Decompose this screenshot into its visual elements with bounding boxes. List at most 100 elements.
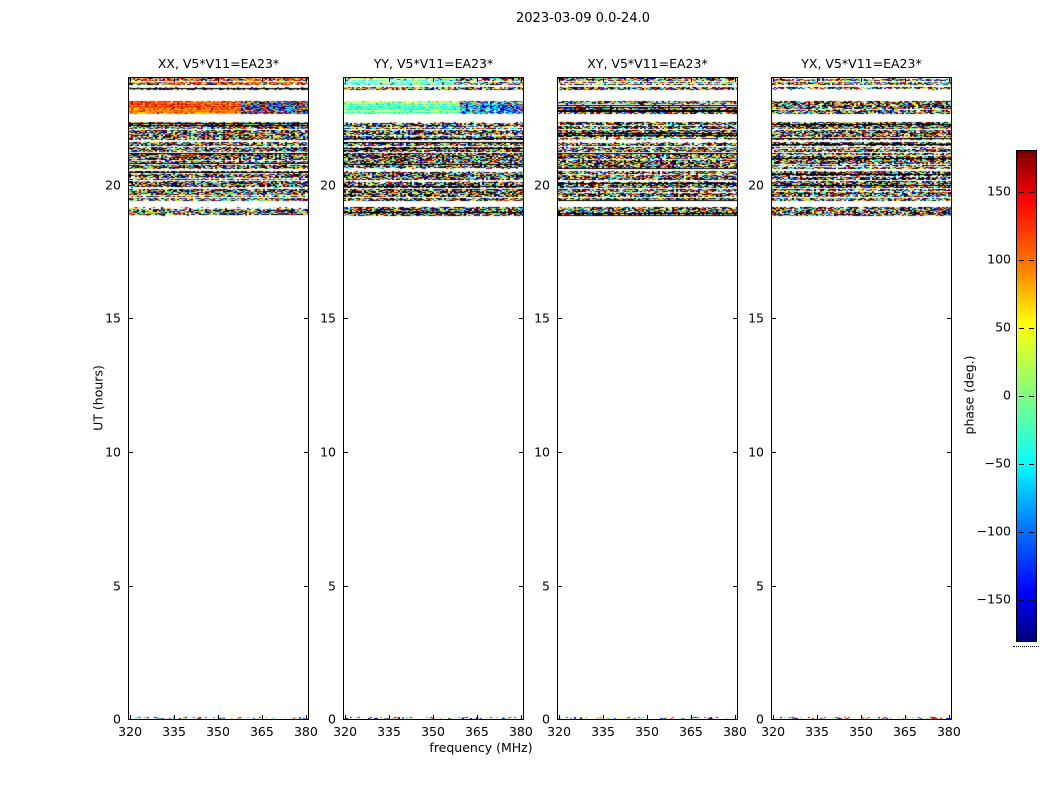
colorbar-tick-mark (1029, 259, 1034, 261)
y-tick-label: 15 (105, 310, 121, 326)
y-tick-mark (947, 318, 951, 320)
y-tick-label: 20 (534, 177, 550, 193)
y-tick-mark (129, 318, 133, 320)
x-tick-mark (559, 715, 561, 719)
figure-title: 2023-03-09 0.0-24.0 (516, 11, 650, 26)
y-tick-label: 10 (534, 444, 550, 460)
x-tick-mark (174, 715, 175, 719)
panel-title-xy: XY, V5*V11=EA23* (587, 56, 708, 71)
heatmap-panel-xx: XX, V5*V11=EA23* 320 335 350 365 380 0 5 10 15 20 (105, 56, 318, 739)
heatmap-panel-yy: YY, V5*V11=EA23* 320 335 350 365 380 0 5 10 15 20 (320, 56, 533, 739)
y-tick-mark (344, 585, 348, 587)
x-tick-mark (389, 715, 390, 719)
x-tick-label: 335 (591, 724, 615, 739)
y-tick-mark (129, 184, 133, 186)
x-tick-label: 365 (678, 724, 703, 739)
x-tick-mark (948, 78, 950, 82)
panel-title-yx: YX, V5*V11=EA23* (801, 56, 922, 71)
colorbar-tick-mark (1019, 464, 1024, 466)
colorbar-tick-label: 0 (1003, 387, 1011, 403)
x-tick-mark (904, 78, 906, 82)
colorbar-tick-mark (1019, 396, 1024, 397)
x-tick-label: 320 (118, 724, 143, 739)
y-tick-mark (129, 451, 133, 453)
x-tick-mark (603, 715, 604, 719)
colorbar-dotted-end (1013, 646, 1039, 647)
y-tick-label: 0 (113, 711, 121, 727)
x-tick-mark (690, 78, 692, 82)
x-tick-mark (345, 78, 347, 82)
colorbar-tick-mark (1029, 464, 1034, 466)
heatmap-panel-yx: YX, V5*V11=EA23* 320 335 350 365 380 0 5 10 15 20 (748, 56, 961, 739)
y-tick-label: 10 (105, 444, 121, 460)
y-tick-mark (344, 318, 348, 320)
colorbar (1016, 150, 1037, 642)
y-tick-label: 15 (748, 310, 764, 326)
y-tick-label: 0 (542, 711, 550, 727)
heatmap-canvas-yy (344, 78, 523, 719)
y-tick-label: 15 (320, 310, 336, 326)
x-axis-label: frequency (MHz) (429, 740, 533, 755)
x-tick-mark (520, 78, 522, 82)
x-tick-mark (861, 715, 862, 719)
y-tick-mark (558, 318, 562, 320)
y-tick-label: 20 (320, 177, 336, 193)
colorbar-tick-mark (1019, 600, 1024, 602)
x-tick-mark (904, 715, 906, 719)
y-tick-mark (772, 184, 776, 186)
x-tick-mark (817, 78, 818, 82)
y-tick-mark (558, 451, 562, 453)
y-tick-label: 20 (105, 177, 121, 193)
x-tick-mark (261, 78, 263, 82)
x-tick-mark (130, 715, 132, 719)
figure: 2023-03-09 0.0-24.0 XX, V5*V11=EA23* 320… (0, 0, 1050, 800)
colorbar-tick-label: −150 (976, 591, 1011, 607)
colorbar-tick-label: −50 (984, 455, 1011, 471)
y-tick-mark (129, 585, 133, 587)
colorbar-tick-mark (1019, 532, 1024, 534)
y-tick-label: 15 (534, 310, 550, 326)
x-tick-label: 350 (206, 724, 230, 739)
colorbar-tick-label: 100 (987, 251, 1011, 267)
x-tick-mark (433, 78, 434, 82)
y-axis-label: UT (hours) (90, 365, 106, 431)
x-tick-label: 335 (162, 724, 186, 739)
x-tick-label: 380 (936, 724, 961, 739)
x-tick-mark (647, 715, 648, 719)
colorbar-tick-mark (1019, 327, 1024, 329)
x-tick-mark (218, 78, 219, 82)
y-tick-label: 10 (748, 444, 764, 460)
x-tick-label: 320 (333, 724, 358, 739)
x-tick-mark (773, 715, 775, 719)
x-tick-mark (773, 78, 775, 82)
y-tick-label: 0 (756, 711, 764, 727)
y-tick-mark (344, 184, 348, 186)
colorbar-tick-mark (1029, 532, 1034, 534)
x-tick-mark (559, 78, 561, 82)
x-tick-mark (345, 715, 347, 719)
x-tick-mark (476, 715, 478, 719)
x-tick-mark (861, 78, 862, 82)
colorbar-tick-mark (1029, 396, 1034, 397)
x-tick-mark (817, 715, 818, 719)
y-tick-label: 5 (328, 578, 336, 593)
x-tick-mark (734, 78, 736, 82)
x-tick-label: 320 (761, 724, 786, 739)
x-tick-label: 350 (421, 724, 445, 739)
heatmap-canvas-yx (772, 78, 951, 719)
heatmap-canvas-xy (558, 78, 737, 719)
heatmap-canvas-xx (129, 78, 308, 719)
colorbar-tick-mark (1029, 191, 1034, 193)
y-tick-mark (772, 451, 776, 453)
x-tick-mark (261, 715, 263, 719)
x-tick-label: 365 (464, 724, 489, 739)
x-tick-label: 350 (635, 724, 659, 739)
colorbar-tick-mark (1029, 327, 1034, 329)
colorbar-top-hatch-icon (1017, 151, 1036, 158)
colorbar-tick-mark (1019, 259, 1024, 261)
y-tick-label: 5 (756, 578, 764, 593)
colorbar-tick-label: −100 (976, 523, 1011, 539)
panel-title-yy: YY, V5*V11=EA23* (373, 56, 494, 71)
y-tick-mark (947, 585, 951, 587)
x-tick-mark (690, 715, 692, 719)
